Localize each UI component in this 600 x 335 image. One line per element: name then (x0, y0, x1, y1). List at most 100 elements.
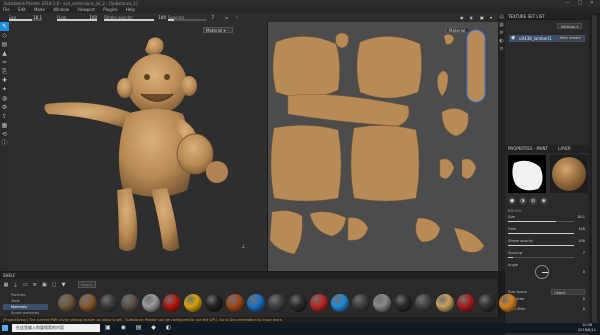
material-thumbnail[interactable] (352, 294, 370, 312)
material-picker-icon[interactable]: ✦ (0, 85, 9, 94)
material-thumbnail[interactable] (436, 294, 454, 312)
viewport-3d[interactable]: Material ▾ ⊥ (9, 22, 267, 271)
material-thumbnail[interactable] (499, 294, 517, 312)
shelf-folder-icon[interactable]: ▭ (21, 281, 29, 289)
material-thumbnail[interactable] (373, 294, 391, 312)
toolbar-size-field[interactable]: Size 18.1 (8, 14, 42, 21)
window-controls[interactable]: — □ ✕ (565, 0, 597, 7)
prop-stroke-opacity-slider[interactable] (508, 245, 574, 246)
info-icon[interactable]: ⓘ (0, 139, 9, 148)
material-preview[interactable] (550, 155, 588, 193)
material-thumbnail[interactable] (142, 294, 160, 312)
settings-icon[interactable]: ⚙ (0, 103, 9, 112)
lazy-mouse-icon[interactable]: ⌇ (236, 14, 244, 21)
material-thumbnail[interactable] (163, 294, 181, 312)
shelf-category-smart-materials[interactable]: Smart materials (3, 310, 48, 316)
shelf-list-icon[interactable]: ≡ (31, 281, 39, 289)
paint-brush-icon[interactable]: ✎ (0, 22, 9, 31)
material-thumbnail[interactable] (247, 294, 265, 312)
angle-dial[interactable] (535, 265, 549, 279)
history-icon[interactable]: ⟲ (0, 130, 9, 139)
material-thumbnail[interactable] (457, 294, 475, 312)
toolbar-spacing-field[interactable]: Spacing 7 (168, 14, 214, 21)
material-thumbnail[interactable] (331, 294, 349, 312)
layer-icon[interactable]: ▦ (0, 121, 9, 130)
material-thumbnail[interactable] (310, 294, 328, 312)
menu-plugins[interactable]: Plugins (103, 7, 117, 12)
toolbar-opacity-field[interactable]: Stroke opacity 100 (104, 14, 166, 21)
prop-spacing-slider[interactable] (508, 257, 574, 258)
prop-spacing[interactable]: Spacing 7 (508, 251, 585, 263)
smudge-icon[interactable]: ≈ (0, 58, 9, 67)
display-settings-icon[interactable]: ◐ (470, 14, 478, 21)
prop-flow-jitter[interactable]: Flow Jitter 0 (508, 307, 585, 319)
menu-mode[interactable]: Mode (34, 7, 45, 12)
material-icon[interactable]: ◉ (539, 197, 548, 205)
windows-start-icon[interactable] (2, 325, 8, 331)
menu-edit[interactable]: Edit (18, 7, 26, 12)
toolbar-opacity-slider[interactable] (104, 19, 154, 21)
taskbar-search[interactable]: 在这里输入你要搜索的内容 (12, 324, 100, 332)
menu-window[interactable]: Window (53, 7, 69, 12)
material-thumbnail[interactable] (415, 294, 433, 312)
log-icon[interactable]: ≡ (498, 45, 505, 53)
clone-icon[interactable]: ⎘ (0, 67, 9, 76)
material-thumbnail[interactable] (58, 294, 76, 312)
properties-icon[interactable]: ⚙ (498, 29, 505, 37)
tab-layer[interactable]: LAYER (558, 146, 571, 151)
prop-size[interactable]: Size 18.1 (508, 215, 585, 227)
stencil-icon[interactable]: ◍ (529, 197, 538, 205)
material-thumbnail[interactable] (268, 294, 286, 312)
eraser-icon[interactable]: ◇ (0, 31, 9, 40)
color-picker-icon[interactable]: ✚ (0, 76, 9, 85)
symmetry-icon[interactable]: ⇋ (225, 14, 233, 21)
toolbar-size-slider[interactable] (8, 19, 42, 21)
material-thumbnail[interactable] (184, 294, 202, 312)
taskbar-apps[interactable]: ▣ ◉ ▤ ◆ ◐ (105, 324, 175, 332)
material-thumbnail[interactable] (100, 294, 118, 312)
bake-icon[interactable]: ◍ (0, 94, 9, 103)
viewport-2d[interactable]: Material ▾ (267, 22, 498, 271)
projection-icon[interactable]: ▤ (0, 40, 9, 49)
shelf-search-input[interactable] (78, 281, 96, 288)
texture-set-list-icon[interactable]: ▤ (498, 13, 505, 21)
brush-icon[interactable]: ● (508, 197, 516, 205)
shelf-view-icon[interactable]: ▣ (40, 281, 48, 289)
visibility-eye-icon[interactable]: ◉ (511, 35, 515, 42)
material-thumbnail[interactable] (205, 294, 223, 312)
shelf-grid-icon[interactable]: ▦ (2, 281, 10, 289)
alpha-preview[interactable] (508, 155, 546, 193)
tab-properties-paint[interactable]: PROPERTIES - PAINT (508, 146, 548, 151)
prop-flow[interactable]: Flow 100 (508, 227, 585, 239)
polygon-fill-icon[interactable]: ▲ (0, 49, 9, 58)
layers-icon[interactable]: ▦ (498, 21, 505, 29)
material-thumbnail[interactable] (121, 294, 139, 312)
prop-size-slider[interactable] (508, 221, 574, 222)
material-thumbnail[interactable] (289, 294, 307, 312)
shelf-tile-icon[interactable]: ▢ (50, 281, 58, 289)
menu-help[interactable]: Help (126, 7, 135, 12)
texture-set-settings-button[interactable]: Settings ▾ (557, 23, 583, 29)
prop-size-space[interactable]: Size Space Object (508, 289, 585, 295)
prop-stroke-opacity[interactable]: Stroke opacity 100 (508, 239, 585, 251)
shelf-filter-icon[interactable]: ▼ (60, 281, 68, 289)
shelf-import-icon[interactable]: ⤓ (12, 281, 20, 289)
prop-flow-slider[interactable] (508, 233, 574, 234)
export-icon[interactable]: ⇪ (0, 112, 9, 121)
menu-file[interactable]: File (3, 7, 10, 12)
material-thumbnail[interactable] (226, 294, 244, 312)
toolbar-flow-field[interactable]: Flow 100 (57, 14, 97, 21)
properties-scrollbar[interactable] (589, 13, 600, 333)
toolbar-spacing-slider[interactable] (168, 19, 206, 21)
menu-viewport[interactable]: Viewport (77, 7, 95, 12)
prop-size-space-value[interactable]: Object (551, 289, 585, 295)
texture-set-shader-select[interactable]: Main shader (557, 36, 583, 41)
material-thumbnail[interactable] (394, 294, 412, 312)
material-thumbnail[interactable] (79, 294, 97, 312)
toolbar-flow-slider[interactable] (57, 19, 97, 21)
camera-icon[interactable]: ◉ (460, 14, 468, 21)
material-thumbnail[interactable] (478, 294, 496, 312)
layout-icon[interactable]: ▣ (480, 14, 488, 21)
display-icon[interactable]: ◐ (498, 37, 505, 45)
texture-set-row[interactable]: ◉ u0438_lambert1 Main shader (509, 35, 585, 42)
